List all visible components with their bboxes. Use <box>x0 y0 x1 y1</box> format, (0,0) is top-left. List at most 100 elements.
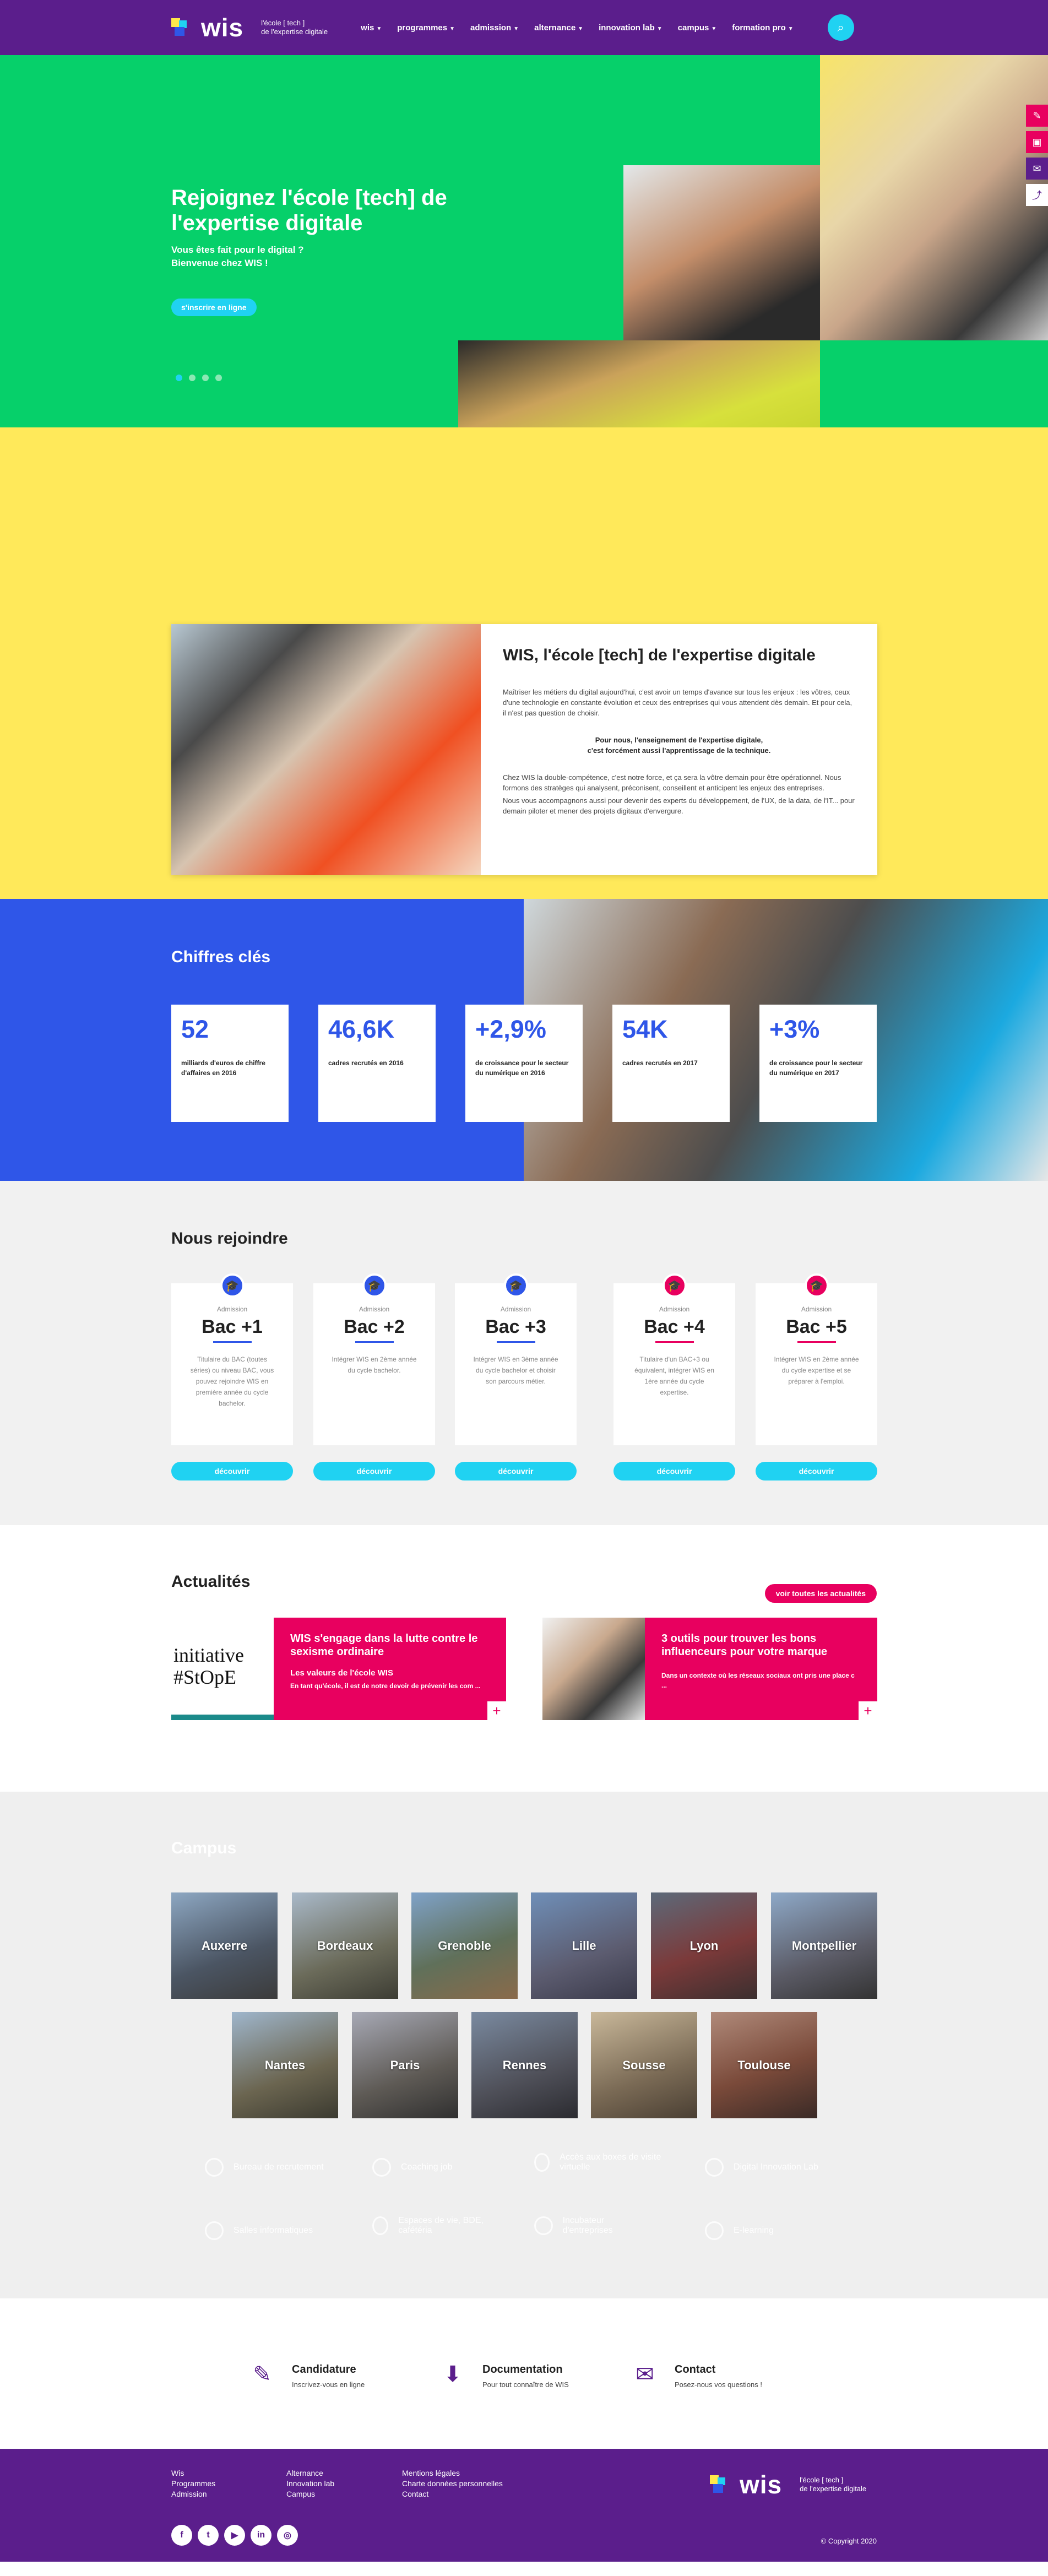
innovation-lab-icon <box>705 2158 724 2177</box>
figure-card: 46,6K cadres recrutés en 2016 <box>318 1005 436 1122</box>
discover-button[interactable]: découvrir <box>313 1462 435 1480</box>
chevron-down-icon: ▼ <box>711 25 717 32</box>
campus-feature: Digital Innovation Lab <box>705 2158 818 2177</box>
menu-item-alternance[interactable]: alternance ▼ <box>534 23 583 32</box>
figure-card: 52 milliards d'euros de chiffre d'affaire… <box>171 1005 289 1122</box>
carousel-dot[interactable] <box>189 375 196 381</box>
rail-edit-icon[interactable]: ✎ <box>1026 105 1048 127</box>
campus-feature: Salles informatiques <box>205 2221 313 2240</box>
discover-button[interactable]: découvrir <box>455 1462 577 1480</box>
menu-item-formation-pro[interactable]: formation pro ▼ <box>732 23 793 32</box>
hero-title: Rejoignez l'école [tech] de l'expertise … <box>171 186 447 235</box>
youtube-icon[interactable]: ▶ <box>224 2525 245 2546</box>
join-title: Nous rejoindre <box>171 1229 288 1248</box>
footer-link[interactable]: Innovation lab <box>286 2479 334 2489</box>
pencil-icon: ✎ <box>253 2362 271 2387</box>
campus-city[interactable]: Lyon <box>651 1892 757 1999</box>
campus-feature: Espaces de vie, BDE, cafétéria <box>372 2216 499 2236</box>
plus-icon[interactable]: + <box>487 1701 506 1720</box>
campus-city[interactable]: Bordeaux <box>292 1892 398 1999</box>
chevron-down-icon: ▼ <box>449 25 455 32</box>
news-title: Actualités <box>171 1572 251 1591</box>
graduation-cap-icon: 🎓 <box>220 1273 245 1298</box>
campus-feature: E-learning <box>705 2221 774 2240</box>
about-paragraph: Nous vous accompagnons aussi pour deveni… <box>503 796 855 815</box>
footer-link[interactable]: Mentions légales <box>402 2468 503 2479</box>
discover-button[interactable]: découvrir <box>171 1462 293 1480</box>
campus-city[interactable]: Montpellier <box>771 1892 877 1999</box>
carousel-dot[interactable] <box>176 375 182 381</box>
twitter-icon[interactable]: t <box>198 2525 219 2546</box>
key-figures: Chiffres clés 52 milliards d'euros de chi… <box>0 899 1048 1181</box>
vr-icon <box>534 2153 550 2172</box>
cta-section: ✎ Candidature Inscrivez-vous en ligne ⬇ D… <box>0 2298 1048 2449</box>
rail-doc-icon[interactable]: ▣ <box>1026 131 1048 153</box>
footer-link[interactable]: Wis <box>171 2468 215 2479</box>
about-paragraph: Maîtriser les métiers du digital aujourd… <box>503 688 852 717</box>
campus-city[interactable]: Lille <box>531 1892 637 1999</box>
linkedin-icon[interactable]: in <box>251 2525 271 2546</box>
about-section: WIS, l'école [tech] de l'expertise digit… <box>0 427 1048 899</box>
campus-city[interactable]: Nantes <box>232 2012 338 2118</box>
about-card: WIS, l'école [tech] de l'expertise digit… <box>171 624 877 875</box>
news-card[interactable]: initiative #StOpE WIS s'engage dans la l… <box>171 1618 506 1720</box>
carousel-dot[interactable] <box>215 375 222 381</box>
campus-feature: Coaching job <box>372 2158 452 2177</box>
footer-link[interactable]: Contact <box>402 2489 503 2499</box>
hero: Rejoignez l'école [tech] de l'expertise … <box>0 55 1048 514</box>
footer-link[interactable]: Charte données personnelles <box>402 2479 503 2489</box>
see-all-news-button[interactable]: voir toutes les actualités <box>764 1584 877 1603</box>
discover-button[interactable]: découvrir <box>613 1462 735 1480</box>
footer-link[interactable]: Admission <box>171 2489 215 2499</box>
admission-card-bac4: 🎓 Admission Bac +4 Titulaire d'un BAC+3 o… <box>613 1273 735 1480</box>
menu-item-programmes[interactable]: programmes ▼ <box>397 23 455 32</box>
graduation-cap-icon: 🎓 <box>503 1273 528 1298</box>
admission-card-bac5: 🎓 Admission Bac +5 Intégrer WIS en 2ème a… <box>756 1273 877 1480</box>
discover-button[interactable]: découvrir <box>756 1462 877 1480</box>
menu-item-admission[interactable]: admission ▼ <box>470 23 519 32</box>
facebook-icon[interactable]: f <box>171 2525 192 2546</box>
campus-city[interactable]: Toulouse <box>711 2012 817 2118</box>
copyright: © Copyright 2020 <box>821 2537 877 2545</box>
footer-links-3: Mentions légales Charte données personne… <box>402 2468 503 2499</box>
campus-city[interactable]: Grenoble <box>411 1892 518 1999</box>
carousel-dot[interactable] <box>202 375 209 381</box>
register-online-button[interactable]: s'inscrire en ligne <box>171 299 257 316</box>
figure-card: +2,9% de croissance pour le secteur du nu… <box>465 1005 583 1122</box>
plus-icon[interactable]: + <box>859 1701 877 1720</box>
footer-link[interactable]: Programmes <box>171 2479 215 2489</box>
campus-city[interactable]: Sousse <box>591 2012 697 2118</box>
news-card[interactable]: 3 outils pour trouver les bons influence… <box>542 1618 877 1720</box>
campus-city[interactable]: Paris <box>352 2012 458 2118</box>
news-section: Actualités voir toutes les actualités in… <box>0 1525 1048 1792</box>
footer-links-2: Alternance Innovation lab Campus <box>286 2468 334 2499</box>
campus-city[interactable]: Auxerre <box>171 1892 278 1999</box>
incubator-icon <box>534 2216 553 2235</box>
chevron-down-icon: ▼ <box>578 25 584 32</box>
footer-link[interactable]: Alternance <box>286 2468 334 2479</box>
menu-item-campus[interactable]: campus ▼ <box>678 23 717 32</box>
search-button[interactable]: ⌕ <box>827 14 854 41</box>
cta-candidature[interactable]: ✎ Candidature Inscrivez-vous en ligne <box>248 2360 365 2389</box>
rail-chat-icon[interactable]: ✉ <box>1026 158 1048 180</box>
cta-contact[interactable]: ✉ Contact Posez-nous vos questions ! <box>631 2360 762 2389</box>
campus-city[interactable]: Rennes <box>471 2012 578 2118</box>
menu-item-innovation-lab[interactable]: innovation lab ▼ <box>599 23 663 32</box>
chevron-down-icon: ▼ <box>376 25 382 32</box>
elearning-icon <box>705 2221 724 2240</box>
campus-feature: Accès aux boxes de visite virtuelle <box>534 2152 666 2172</box>
footer: Wis Programmes Admission Alternance Inno… <box>0 2449 1048 2562</box>
rail-share-icon[interactable]: ⤴ <box>1026 184 1048 206</box>
about-paragraph: Chez WIS la double-compétence, c'est not… <box>503 773 841 792</box>
about-photo <box>171 624 481 875</box>
cta-documentation[interactable]: ⬇ Documentation Pour tout connaître de WI… <box>438 2360 569 2389</box>
menu-item-wis[interactable]: wis ▼ <box>361 23 382 32</box>
site-logo[interactable]: wis l'école [ tech ] de l'expertise digit… <box>171 15 328 40</box>
footer-link[interactable]: Campus <box>286 2489 334 2499</box>
recruitment-icon <box>205 2158 224 2177</box>
graduation-cap-icon: 🎓 <box>662 1273 687 1298</box>
logo-word: wis <box>201 13 244 42</box>
coaching-icon <box>372 2158 391 2177</box>
instagram-icon[interactable]: ◎ <box>277 2525 298 2546</box>
footer-logo[interactable]: wis l'école [ tech ] de l'expertise digit… <box>710 2472 866 2497</box>
